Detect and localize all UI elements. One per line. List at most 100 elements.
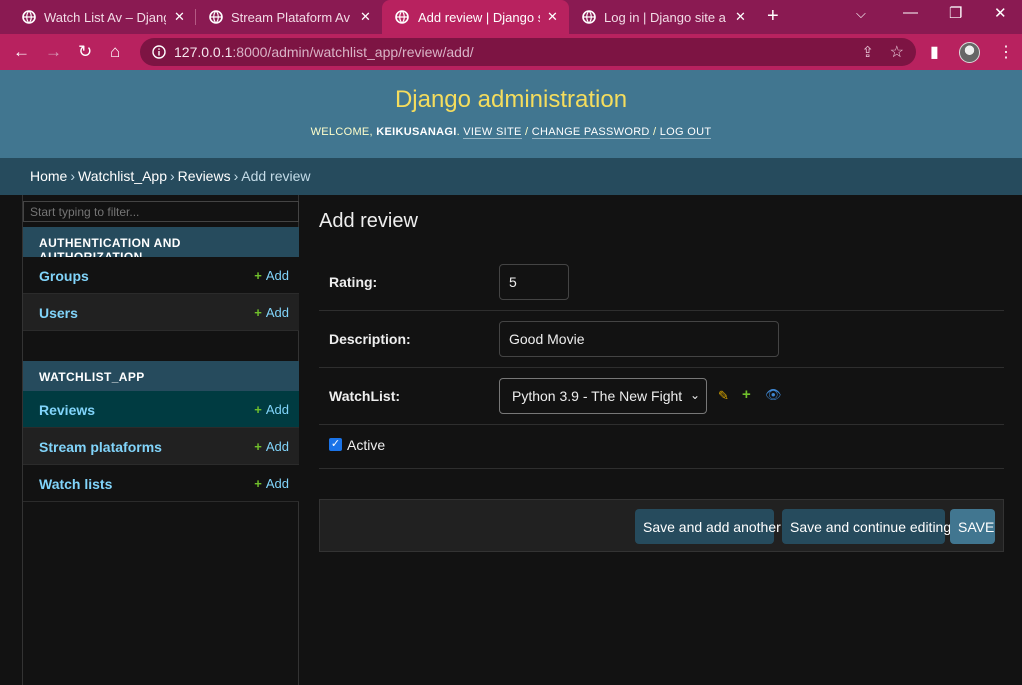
add-link[interactable]: + Add	[254, 476, 289, 491]
sidebar-item-users[interactable]: Users + Add	[23, 294, 299, 331]
nav-filter-input[interactable]	[23, 201, 299, 222]
sidebar-item-label[interactable]: Stream plataforms	[39, 439, 162, 455]
breadcrumb-separator: ›	[70, 168, 76, 184]
add-label: Add	[265, 402, 289, 417]
add-icon: +	[254, 305, 262, 320]
form-row-active: ✓ Active	[319, 425, 1004, 469]
globe-icon	[582, 10, 596, 24]
browser-tab-active[interactable]: Add review | Django site ✕	[382, 0, 569, 34]
url-host: 127.0.0.1	[174, 44, 233, 60]
close-icon[interactable]: ✕	[735, 9, 746, 25]
add-icon: +	[254, 439, 262, 454]
form-row-rating: Rating: 5	[319, 254, 1004, 311]
breadcrumb-separator: ›	[233, 168, 239, 184]
add-label: Add	[265, 439, 289, 454]
rating-input[interactable]: 5	[499, 264, 569, 300]
log-out-link[interactable]: Log out	[659, 126, 712, 139]
save-button[interactable]: SAVE	[950, 509, 995, 544]
module-caption-watchlist-app[interactable]: Watchlist_App	[23, 361, 299, 391]
sidebar-item-watch-lists[interactable]: Watch lists + Add	[23, 465, 299, 502]
breadcrumb-app[interactable]: Watchlist_App	[78, 168, 167, 184]
active-checkbox[interactable]: ✓	[329, 438, 342, 451]
add-label: Add	[265, 305, 289, 320]
tab-search-icon[interactable]: ⌵	[856, 6, 866, 22]
sidebar-item-label[interactable]: Reviews	[39, 402, 95, 418]
add-icon: +	[254, 402, 262, 417]
watchlist-select[interactable]: Python 3.9 - The New Fight ⌄	[499, 378, 707, 414]
add-link[interactable]: + Add	[254, 402, 289, 417]
add-link[interactable]: + Add	[254, 305, 289, 320]
add-related-icon[interactable]: +	[742, 386, 751, 403]
view-site-link[interactable]: View site	[463, 126, 522, 139]
site-title[interactable]: Django administration	[0, 86, 1022, 114]
sidebar-item-reviews[interactable]: Reviews + Add	[23, 391, 299, 428]
address-bar[interactable]: 127.0.0.1:8000/admin/watchlist_app/revie…	[140, 38, 916, 66]
tab-title: Watch List Av – Django	[44, 10, 166, 25]
site-header: Django administration Welcome, keikusana…	[0, 70, 1022, 158]
add-label: Add	[265, 476, 289, 491]
tab-title: Log in | Django site adm	[604, 10, 726, 25]
bookmark-star-icon[interactable]: ☆	[890, 42, 904, 62]
description-label: Description:	[329, 331, 411, 347]
chevron-down-icon: ⌄	[689, 388, 700, 402]
form-row-description: Description: Good Movie	[319, 311, 1004, 368]
tab-title: Add review | Django site	[418, 10, 540, 25]
share-icon[interactable]: ⇪	[861, 43, 874, 61]
add-label: Add	[265, 268, 289, 283]
globe-icon	[22, 10, 36, 24]
browser-tab[interactable]: Watch List Av – Django ✕	[0, 0, 194, 34]
sidebar-item-label[interactable]: Watch lists	[39, 476, 112, 492]
close-icon[interactable]: ✕	[174, 9, 185, 25]
breadcrumb-current: Add review	[241, 168, 311, 184]
restore-icon[interactable]: ❐	[949, 4, 962, 22]
sidebar-item-label[interactable]: Users	[39, 305, 78, 321]
menu-kebab-icon[interactable]: ⋮	[998, 42, 1014, 62]
active-label[interactable]: Active	[347, 437, 385, 453]
breadcrumb-model[interactable]: Reviews	[178, 168, 231, 184]
window-close-icon[interactable]: ✕	[994, 4, 1007, 22]
browser-tab[interactable]: Log in | Django site adm ✕	[560, 0, 754, 34]
minimize-icon[interactable]: —	[903, 4, 918, 21]
globe-icon	[209, 10, 223, 24]
description-input[interactable]: Good Movie	[499, 321, 779, 357]
close-icon[interactable]: ✕	[547, 9, 558, 25]
home-icon[interactable]: ⌂	[110, 42, 120, 62]
sidebar-item-label[interactable]: Groups	[39, 268, 89, 284]
new-tab-icon[interactable]: +	[767, 5, 779, 28]
save-and-add-another-button[interactable]: Save and add another	[635, 509, 781, 544]
sidebar-item-groups[interactable]: Groups + Add	[23, 257, 299, 294]
watchlist-selected-value: Python 3.9 - The New Fight	[512, 388, 683, 404]
back-icon[interactable]: ←	[13, 42, 30, 62]
add-link[interactable]: + Add	[254, 268, 289, 283]
tab-title: Stream Plataform Av – I	[231, 10, 353, 25]
breadcrumb-separator: ›	[170, 168, 175, 184]
side-panel-icon[interactable]: ▮	[930, 42, 939, 62]
edit-pencil-icon[interactable]: ✎	[718, 388, 729, 404]
breadcrumb: Home › Watchlist_App › Reviews › Add review	[0, 158, 1022, 195]
save-and-continue-button[interactable]: Save and continue editing	[782, 509, 951, 544]
breadcrumb-home[interactable]: Home	[30, 168, 67, 184]
submit-row: Save and add another Save and continue e…	[319, 499, 1004, 552]
profile-avatar[interactable]	[959, 42, 980, 63]
add-icon: +	[254, 268, 262, 283]
welcome-text: Welcome,	[310, 126, 373, 138]
browser-tab[interactable]: Stream Plataform Av – I ✕	[187, 0, 381, 34]
form-row-watchlist: WatchList: Python 3.9 - The New Fight ⌄ …	[319, 368, 1004, 425]
nav-sidebar: Authentication and Authorization Groups …	[22, 195, 299, 685]
add-icon: +	[254, 476, 262, 491]
globe-icon	[395, 10, 409, 24]
reload-icon[interactable]: ↻	[78, 42, 92, 62]
user-tools: Welcome, keikusanagi. View site / Change…	[310, 126, 712, 139]
page-title: Add review	[319, 210, 418, 232]
url-path: :8000/admin/watchlist_app/review/add/	[232, 44, 474, 60]
username: keikusanagi	[376, 126, 457, 138]
add-link[interactable]: + Add	[254, 439, 289, 454]
sidebar-item-stream-plataforms[interactable]: Stream plataforms + Add	[23, 428, 299, 465]
view-eye-icon[interactable]: 👁	[765, 387, 782, 403]
close-icon[interactable]: ✕	[360, 9, 371, 25]
module-caption-auth[interactable]: Authentication and Authorization	[23, 227, 299, 264]
forward-icon[interactable]: →	[45, 42, 62, 62]
url-text: 127.0.0.1:8000/admin/watchlist_app/revie…	[174, 44, 474, 60]
change-password-link[interactable]: Change password	[531, 126, 650, 139]
browser-toolbar: ← → ↻ ⌂ 127.0.0.1:8000/admin/watchlist_a…	[0, 34, 1022, 70]
